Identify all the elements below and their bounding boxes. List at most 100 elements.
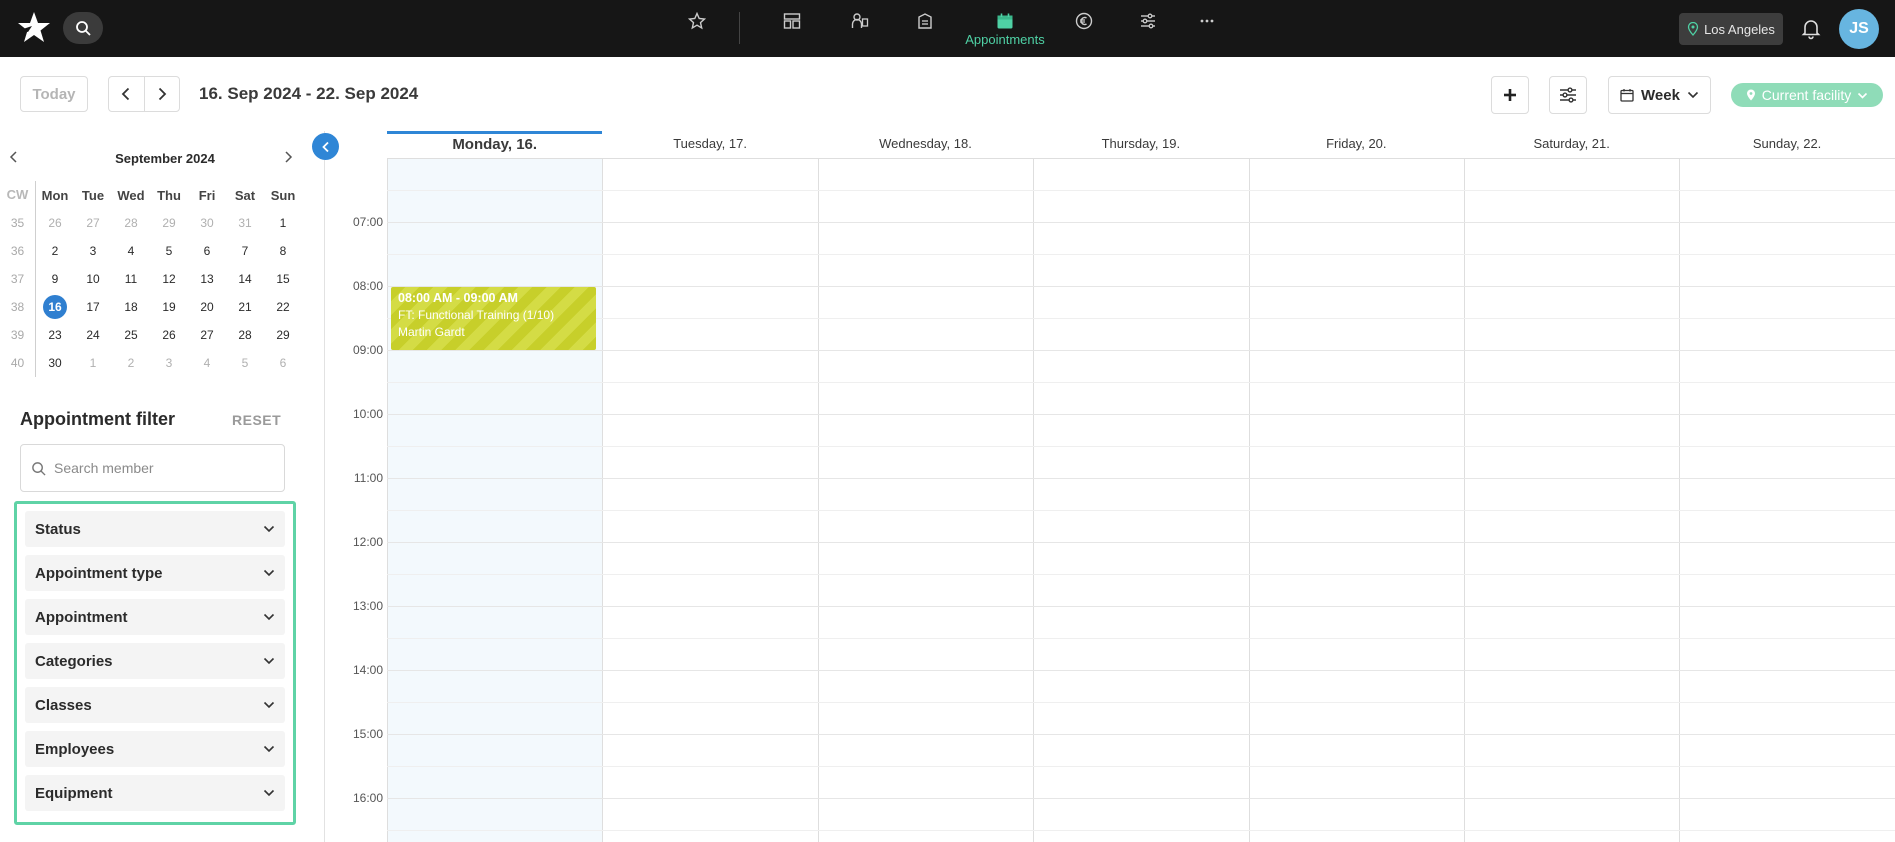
finance-euro-icon[interactable]: [1071, 10, 1097, 32]
filter-section-employees[interactable]: Employees: [25, 731, 285, 767]
next-week-button[interactable]: [143, 77, 179, 111]
location-selector-button[interactable]: Los Angeles: [1679, 13, 1783, 45]
mini-calendar-day[interactable]: 2: [112, 356, 150, 370]
mini-calendar-day[interactable]: 2: [36, 244, 74, 258]
mini-calendar-day[interactable]: 13: [188, 272, 226, 286]
collapse-sidebar-button[interactable]: [312, 133, 339, 160]
mini-calendar-day[interactable]: 10: [74, 272, 112, 286]
mini-calendar-day[interactable]: 17: [74, 300, 112, 314]
appointments-calendar-icon[interactable]: [992, 10, 1018, 32]
mini-calendar-day[interactable]: 19: [150, 300, 188, 314]
checkin-icon[interactable]: [912, 10, 938, 32]
previous-month-button[interactable]: [8, 150, 22, 164]
date-range-title: 16. Sep 2024 - 22. Sep 2024: [199, 84, 419, 103]
day-header-today[interactable]: Monday, 16.: [387, 131, 603, 159]
mini-calendar-day[interactable]: 11: [112, 272, 150, 286]
mini-calendar-day[interactable]: 8: [264, 244, 302, 258]
mini-calendar-day[interactable]: 7: [226, 244, 264, 258]
mini-calendar-day[interactable]: 27: [188, 328, 226, 342]
facility-selector[interactable]: Current facility: [1731, 83, 1883, 107]
mini-calendar-day[interactable]: 18: [112, 300, 150, 314]
members-icon[interactable]: [847, 10, 873, 32]
half-hour-gridline: [387, 190, 1895, 191]
day-column[interactable]: [602, 159, 817, 842]
member-search-field[interactable]: [20, 444, 285, 492]
day-header[interactable]: Saturday, 21.: [1464, 131, 1680, 159]
day-header[interactable]: Sunday, 22.: [1679, 131, 1895, 159]
day-header[interactable]: Wednesday, 18.: [817, 131, 1034, 159]
mini-calendar-grid: CW Mon Tue Wed Thu Fri Sat Sun 35 26 27 28 29 30 31 1 36…: [0, 181, 302, 377]
dashboard-icon[interactable]: [779, 10, 805, 32]
notifications-bell-icon[interactable]: [1799, 16, 1823, 40]
half-hour-gridline: [387, 830, 1895, 831]
chevron-down-icon: [263, 613, 275, 621]
filter-section-classes[interactable]: Classes: [25, 687, 285, 723]
mini-calendar-day[interactable]: 28: [226, 328, 264, 342]
calendar-settings-button[interactable]: [1549, 76, 1587, 114]
mini-calendar-day[interactable]: 15: [264, 272, 302, 286]
day-column[interactable]: [1464, 159, 1679, 842]
mini-calendar-day[interactable]: 6: [188, 244, 226, 258]
event-person: Martin Gardt: [398, 325, 465, 339]
mini-calendar-day[interactable]: 23: [36, 328, 74, 342]
user-avatar[interactable]: JS: [1839, 9, 1879, 49]
filter-section-status[interactable]: Status: [25, 511, 285, 547]
mini-calendar-day[interactable]: 29: [150, 216, 188, 230]
more-options-icon[interactable]: [1194, 10, 1220, 32]
day-header[interactable]: Tuesday, 17.: [602, 131, 818, 159]
day-column[interactable]: [1033, 159, 1248, 842]
mini-calendar-selected-day[interactable]: 16: [36, 295, 74, 319]
mini-calendar-day[interactable]: 30: [36, 356, 74, 370]
mini-calendar-day[interactable]: 5: [150, 244, 188, 258]
mini-calendar-day[interactable]: 5: [226, 356, 264, 370]
mini-calendar-day[interactable]: 1: [74, 356, 112, 370]
mini-calendar-day[interactable]: 4: [188, 356, 226, 370]
filter-section-appointment[interactable]: Appointment: [25, 599, 285, 635]
mini-calendar-day[interactable]: 22: [264, 300, 302, 314]
reset-filter-button[interactable]: RESET: [232, 412, 281, 428]
filter-section-equipment[interactable]: Equipment: [25, 775, 285, 811]
mini-calendar-day[interactable]: 24: [74, 328, 112, 342]
mini-calendar-day[interactable]: 28: [112, 216, 150, 230]
view-selector[interactable]: Week: [1608, 76, 1711, 114]
appointment-event[interactable]: 08:00 AM - 09:00 AM FT: Functional Train…: [391, 287, 596, 350]
next-month-button[interactable]: [282, 150, 296, 164]
day-column[interactable]: [1679, 159, 1894, 842]
favorites-star-icon[interactable]: [684, 10, 710, 32]
filter-section-appointment-type[interactable]: Appointment type: [25, 555, 285, 591]
mini-calendar-day[interactable]: 4: [112, 244, 150, 258]
mini-calendar-day[interactable]: 3: [74, 244, 112, 258]
brand-logo-icon[interactable]: [16, 10, 52, 46]
add-appointment-button[interactable]: [1491, 76, 1529, 114]
previous-week-button[interactable]: [109, 77, 144, 111]
filter-section-categories[interactable]: Categories: [25, 643, 285, 679]
mini-calendar-day[interactable]: 30: [188, 216, 226, 230]
day-column[interactable]: [1248, 159, 1464, 842]
day-header[interactable]: Friday, 20.: [1248, 131, 1464, 159]
time-slot-label: 07:00: [352, 215, 383, 229]
mini-calendar-day[interactable]: 26: [150, 328, 188, 342]
mini-calendar-day[interactable]: 21: [226, 300, 264, 314]
today-button[interactable]: Today: [20, 76, 88, 112]
mini-calendar-day[interactable]: 29: [264, 328, 302, 342]
day-column[interactable]: [817, 159, 1033, 842]
mini-calendar-day[interactable]: 12: [150, 272, 188, 286]
mini-calendar-day[interactable]: 1: [264, 216, 302, 230]
mini-calendar-day[interactable]: 20: [188, 300, 226, 314]
day-header[interactable]: Thursday, 19.: [1033, 131, 1249, 159]
mini-calendar-day[interactable]: 31: [226, 216, 264, 230]
mini-calendar-day[interactable]: 27: [74, 216, 112, 230]
mini-calendar-day[interactable]: 9: [36, 272, 74, 286]
global-search-button[interactable]: [63, 12, 103, 44]
mini-calendar-day[interactable]: 14: [226, 272, 264, 286]
day-column[interactable]: [387, 159, 603, 842]
day-number: 5: [241, 356, 249, 370]
settings-sliders-icon[interactable]: [1135, 10, 1161, 32]
mini-calendar-day[interactable]: 26: [36, 216, 74, 230]
member-search-input[interactable]: [54, 460, 264, 476]
mini-calendar-day[interactable]: 6: [264, 356, 302, 370]
mini-calendar-day[interactable]: 3: [150, 356, 188, 370]
day-number: 8: [279, 244, 287, 258]
nav-appointments-label[interactable]: Appointments: [950, 32, 1060, 47]
mini-calendar-day[interactable]: 25: [112, 328, 150, 342]
